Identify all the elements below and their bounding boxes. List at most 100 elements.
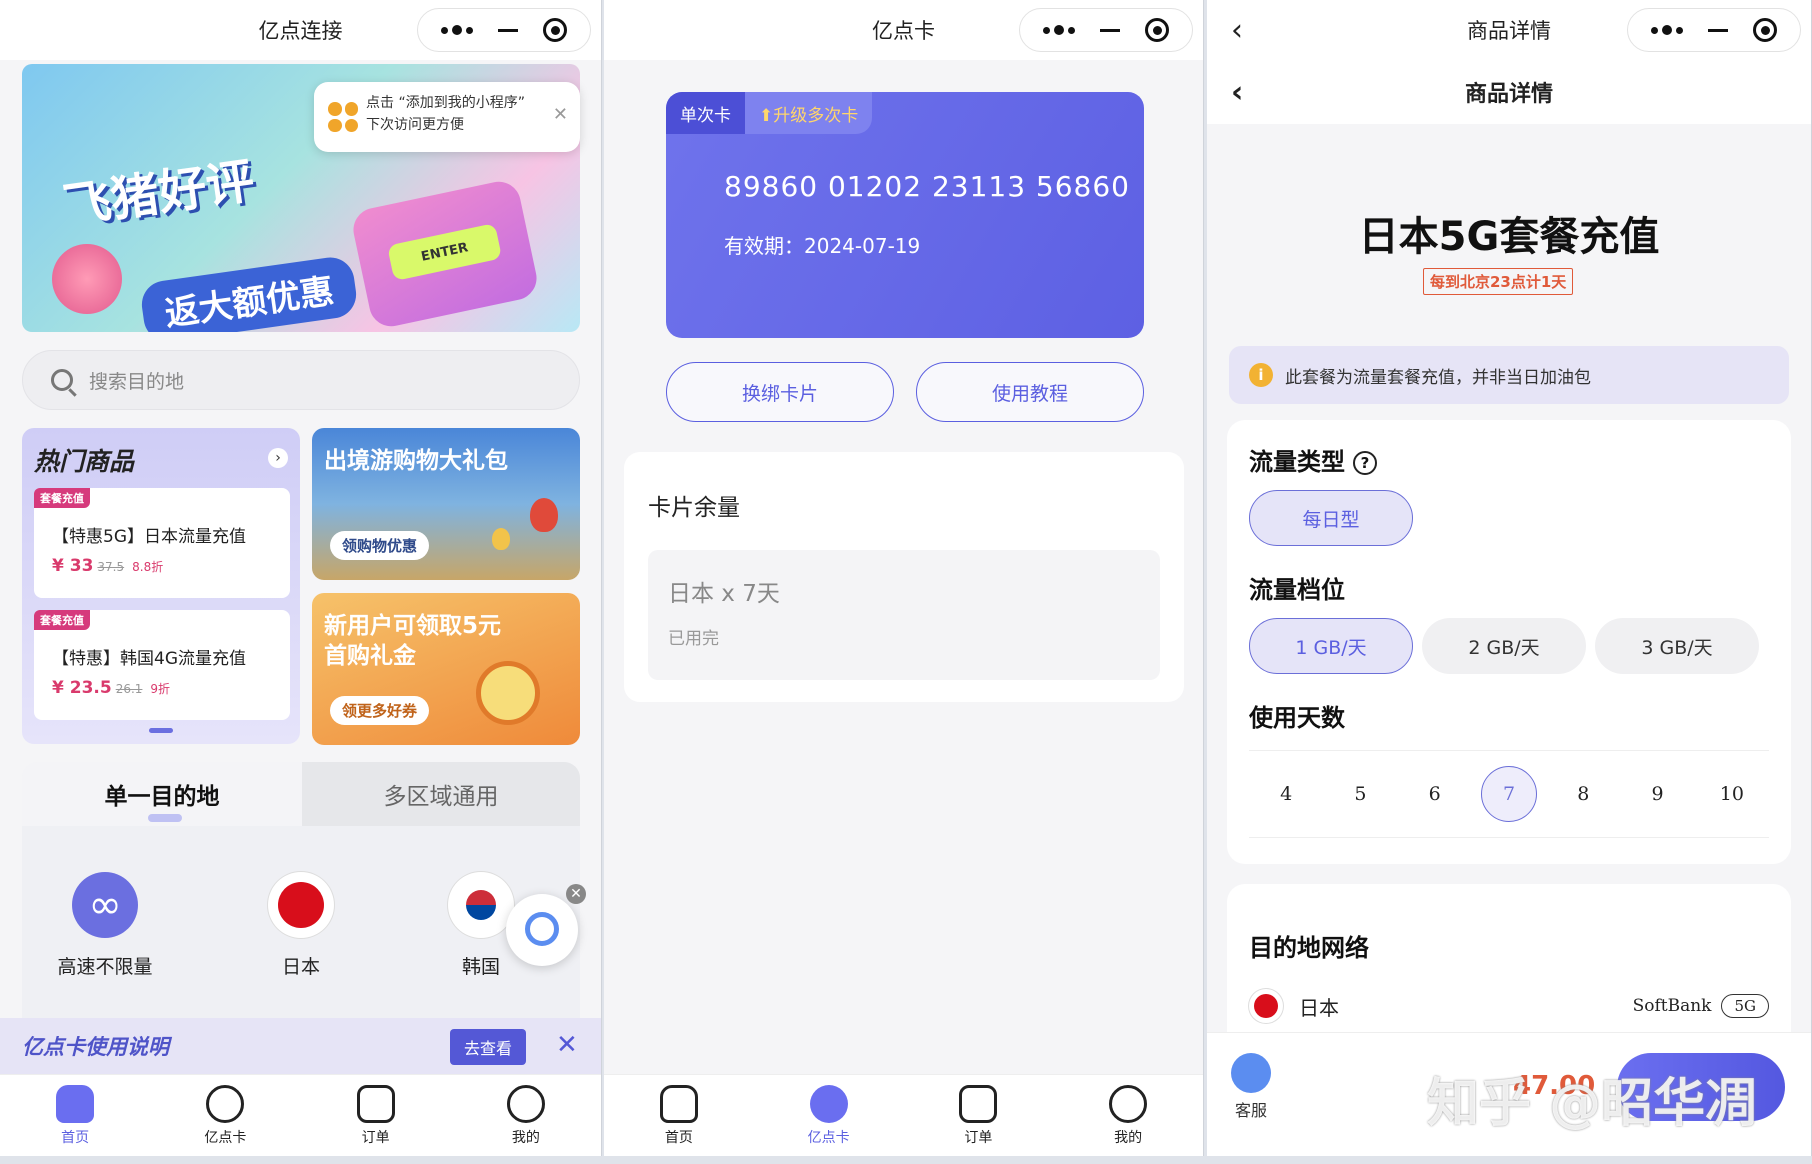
day-option[interactable]: 6 bbox=[1407, 766, 1463, 822]
tab-orders[interactable]: 订单 bbox=[326, 1075, 426, 1156]
close-icon[interactable]: ✕ bbox=[556, 1030, 578, 1060]
upgrade-button[interactable]: ⬆升级多次卡 bbox=[745, 92, 873, 134]
customer-service-button[interactable] bbox=[506, 894, 578, 966]
dest-unlimited[interactable]: ∞ 高速不限量 bbox=[30, 872, 180, 979]
card-expiry: 有效期：2024-07-19 bbox=[724, 234, 921, 258]
product-price: ¥ 33 37.5 8.8折 bbox=[52, 556, 163, 576]
dest-label: 日本 bbox=[281, 956, 320, 978]
day-option[interactable]: 5 bbox=[1332, 766, 1388, 822]
customer-service-button[interactable]: 客服 bbox=[1231, 1053, 1271, 1121]
search-placeholder: 搜索目的地 bbox=[89, 370, 185, 393]
sub-header: ‹ 商品详情 bbox=[1207, 60, 1811, 124]
balance-title: 卡片余量 bbox=[648, 495, 740, 521]
tab-mine[interactable]: 我的 bbox=[476, 1075, 576, 1156]
day-option[interactable]: 10 bbox=[1704, 766, 1760, 822]
japan-flag-icon bbox=[1249, 989, 1283, 1023]
option-2gb[interactable]: 2 GB/天 bbox=[1422, 618, 1586, 674]
tab-card[interactable]: 亿点卡 bbox=[779, 1075, 879, 1156]
card-screen: 亿点卡 单次卡 ⬆升级多次卡 89860 01202 23113 56860 有… bbox=[604, 0, 1204, 1156]
typewriter-illustration: ENTER bbox=[349, 177, 541, 331]
tip-line1: 点击 “添加到我的小程序” bbox=[366, 95, 525, 111]
page-title: 商品详情 bbox=[1467, 19, 1551, 43]
banner-title: 飞猪好评 bbox=[59, 152, 258, 236]
flow-level-label: 流量档位 bbox=[1249, 576, 1345, 604]
tab-label: 首页 bbox=[61, 1130, 90, 1146]
back-icon[interactable]: ‹ bbox=[1231, 75, 1243, 110]
usage-guide-bar: 亿点卡使用说明 去查看 ✕ bbox=[0, 1018, 601, 1074]
page-title: 亿点连接 bbox=[258, 19, 343, 43]
option-3gb[interactable]: 3 GB/天 bbox=[1595, 618, 1759, 674]
add-miniprogram-tip: 点击 “添加到我的小程序” 下次访问更方便 ✕ bbox=[314, 82, 580, 152]
flow-type-label: 流量类型? bbox=[1249, 442, 1377, 477]
tab-label: 首页 bbox=[664, 1130, 693, 1146]
day-option[interactable]: 9 bbox=[1630, 766, 1686, 822]
tab-card[interactable]: 亿点卡 bbox=[175, 1075, 275, 1156]
minimize-icon[interactable] bbox=[1099, 28, 1120, 32]
more-icon[interactable] bbox=[1042, 25, 1075, 35]
promo-shopping[interactable]: 出境游购物大礼包 领购物优惠 bbox=[312, 428, 580, 580]
close-target-icon[interactable] bbox=[1753, 18, 1778, 42]
tutorial-button[interactable]: 使用教程 bbox=[916, 362, 1144, 422]
destination-tabs: 单一目的地 多区域通用 ∞ 高速不限量 日本 韩国 bbox=[22, 762, 580, 1032]
product-tag: 套餐充值 bbox=[34, 610, 90, 630]
options-panel: 流量类型? 每日型 流量档位 1 GB/天 2 GB/天 3 GB/天 使用天数… bbox=[1227, 420, 1791, 864]
infinity-icon: ∞ bbox=[72, 872, 138, 938]
close-icon[interactable]: ✕ bbox=[553, 104, 568, 126]
more-icon[interactable] bbox=[1650, 25, 1683, 35]
network-row: 日本 SoftBank 5G bbox=[1249, 988, 1769, 1024]
minimize-icon[interactable] bbox=[497, 28, 518, 32]
product-name: 【特惠5G】日本流量充值 bbox=[52, 527, 246, 547]
info-icon: i bbox=[1249, 363, 1273, 387]
flow-type-text: 流量类型 bbox=[1249, 448, 1345, 476]
sim-card: 单次卡 ⬆升级多次卡 89860 01202 23113 56860 有效期：2… bbox=[666, 92, 1144, 338]
watermark: 知乎 @昭华凋 bbox=[1427, 1074, 1758, 1134]
tab-home[interactable]: 首页 bbox=[25, 1075, 125, 1156]
back-icon[interactable]: ‹ bbox=[1231, 13, 1243, 48]
close-icon[interactable]: ✕ bbox=[566, 884, 586, 904]
page-title: 亿点卡 bbox=[872, 19, 935, 43]
help-icon[interactable]: ? bbox=[1353, 451, 1377, 475]
billing-badge: 每到北京23点计1天 bbox=[1423, 268, 1574, 295]
tab-bar: 首页 亿点卡 订单 我的 bbox=[0, 1074, 601, 1156]
miniprogram-icon bbox=[328, 102, 358, 132]
rebind-card-button[interactable]: 换绑卡片 bbox=[666, 362, 894, 422]
promo-newuser[interactable]: 新用户可领取5元 首购礼金 领更多好券 bbox=[312, 593, 580, 745]
hot-title: 热门商品 bbox=[34, 447, 135, 476]
home-icon bbox=[659, 1085, 698, 1123]
day-option[interactable]: 8 bbox=[1555, 766, 1611, 822]
product-card[interactable]: 套餐充值 【特惠】韩国4G流量充值 ¥ 23.5 26.1 9折 bbox=[34, 610, 290, 720]
day-option[interactable]: 4 bbox=[1258, 766, 1314, 822]
option-1gb[interactable]: 1 GB/天 bbox=[1249, 618, 1413, 674]
view-button[interactable]: 去查看 bbox=[450, 1029, 527, 1065]
balance-item: 日本 x 7天 已用完 bbox=[648, 550, 1160, 680]
tab-label: 亿点卡 bbox=[807, 1130, 850, 1146]
days-label: 使用天数 bbox=[1249, 704, 1345, 732]
network-operator: SoftBank bbox=[1632, 996, 1712, 1016]
tab-home[interactable]: 首页 bbox=[629, 1075, 729, 1156]
card-tags: 单次卡 ⬆升级多次卡 bbox=[666, 92, 873, 134]
close-target-icon[interactable] bbox=[543, 18, 568, 42]
tab-mine[interactable]: 我的 bbox=[1078, 1075, 1178, 1156]
product-detail-screen: ‹ 商品详情 ‹ 商品详情 日本5G套餐充值 每到北京23点计1天 i 此套餐为… bbox=[1207, 0, 1812, 1156]
smile-icon bbox=[1109, 1085, 1148, 1123]
promo-button[interactable]: 领更多好券 bbox=[330, 696, 430, 725]
card-balance: 卡片余量 日本 x 7天 已用完 bbox=[624, 452, 1184, 702]
hot-products: 热门商品 › 套餐充值 【特惠5G】日本流量充值 ¥ 33 37.5 8.8折 套餐… bbox=[22, 428, 300, 744]
tab-multi[interactable]: 多区域通用 bbox=[302, 762, 580, 826]
tab-orders[interactable]: 订单 bbox=[928, 1075, 1028, 1156]
close-target-icon[interactable] bbox=[1145, 18, 1170, 42]
chevron-right-icon[interactable]: › bbox=[268, 448, 288, 468]
balloon-decoration bbox=[492, 528, 510, 550]
notice-text: 此套餐为流量套餐充值，并非当日加油包 bbox=[1285, 367, 1591, 388]
clock-icon bbox=[476, 661, 540, 725]
japan-flag-icon bbox=[268, 872, 334, 938]
product-card[interactable]: 套餐充值 【特惠5G】日本流量充值 ¥ 33 37.5 8.8折 bbox=[34, 488, 290, 598]
flower-decoration bbox=[52, 244, 122, 314]
promo-button[interactable]: 领购物优惠 bbox=[330, 531, 430, 560]
more-icon[interactable] bbox=[440, 25, 473, 35]
minimize-icon[interactable] bbox=[1707, 28, 1728, 32]
day-option-selected[interactable]: 7 bbox=[1480, 766, 1537, 822]
dest-japan[interactable]: 日本 bbox=[226, 872, 376, 979]
option-daily[interactable]: 每日型 bbox=[1249, 490, 1413, 546]
search-input[interactable]: 搜索目的地 bbox=[22, 350, 580, 410]
